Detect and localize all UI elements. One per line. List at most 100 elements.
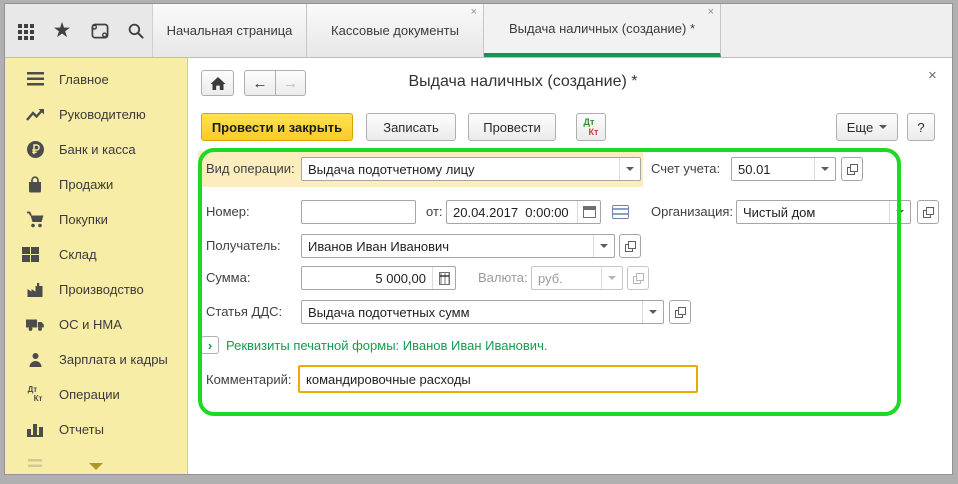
bar-chart-icon [25, 420, 45, 440]
dropdown-arrow-icon[interactable] [889, 201, 910, 223]
account-field[interactable]: 50.01 [731, 157, 836, 181]
dropdown-arrow-icon[interactable] [642, 301, 663, 323]
sidebar-item-production[interactable]: Производство [5, 272, 187, 307]
comment-input[interactable]: командировочные расходы [298, 365, 698, 393]
account-choose-button[interactable] [841, 157, 863, 181]
more-label: Еще [847, 120, 873, 135]
open-icon [675, 307, 686, 318]
currency-value: руб. [532, 271, 601, 286]
menu-grid-button[interactable] [13, 19, 37, 43]
dropdown-arrow-icon[interactable] [619, 158, 640, 180]
calculator-icon [439, 272, 450, 285]
truck-icon [25, 315, 45, 335]
home-icon [210, 76, 226, 91]
trend-chart-icon [25, 105, 45, 125]
date-input[interactable]: 20.04.2017 0:00:00 [446, 200, 601, 224]
open-icon [923, 207, 934, 218]
tab-label: Начальная страница [167, 23, 293, 38]
save-button[interactable]: Записать [366, 113, 456, 141]
dds-value: Выдача подотчетных сумм [302, 305, 642, 320]
tab-strip: Начальная страница Кассовые документы × … [153, 4, 721, 57]
sidebar-scroll-down-arrow[interactable] [89, 463, 103, 470]
recipient-value: Иванов Иван Иванович [302, 239, 593, 254]
dds-choose-button[interactable] [669, 300, 691, 324]
sidebar-item-fixed-assets[interactable]: ОС и НМА [5, 307, 187, 342]
print-details-expand-button[interactable]: › [201, 336, 219, 354]
sidebar-item-label: ОС и НМА [59, 317, 122, 332]
post-and-close-button[interactable]: Провести и закрыть [201, 113, 353, 141]
top-bar: ★ Начальная страница Кассовые документы … [5, 4, 952, 58]
person-icon [25, 350, 45, 370]
favorites-button[interactable]: ★ [50, 19, 74, 43]
operation-type-select[interactable]: Выдача подотчетному лицу [301, 157, 641, 181]
amount-input[interactable]: 5 000,00 [301, 266, 456, 290]
tab-close-button[interactable]: × [708, 7, 714, 18]
sidebar-item-label: Производство [59, 282, 144, 297]
sidebar-item-main[interactable]: Главное [5, 62, 187, 97]
search-button[interactable] [124, 19, 148, 43]
help-button[interactable]: ? [907, 113, 935, 141]
calendar-button[interactable] [577, 201, 600, 223]
back-button[interactable]: ← [244, 70, 275, 96]
sidebar-item-sales[interactable]: Продажи [5, 167, 187, 202]
dropdown-arrow-icon [601, 267, 622, 289]
shopping-bag-icon [25, 175, 45, 195]
dropdown-arrow-icon[interactable] [814, 158, 835, 180]
dds-select[interactable]: Выдача подотчетных сумм [301, 300, 664, 324]
organization-select[interactable]: Чистый дом [736, 200, 911, 224]
organization-choose-button[interactable] [917, 200, 939, 224]
calculator-button[interactable] [432, 267, 455, 289]
nav-history-group: ← → [244, 70, 306, 96]
sidebar-item-purchases[interactable]: Покупки [5, 202, 187, 237]
sidebar-item-label: Отчеты [59, 422, 104, 437]
tab-cash-withdrawal[interactable]: Выдача наличных (создание) * × [484, 4, 721, 57]
sidebar-item-manager[interactable]: Руководителю [5, 97, 187, 132]
factory-icon [25, 280, 45, 300]
tab-label: Выдача наличных (создание) * [509, 21, 695, 36]
sidebar-item-operations[interactable]: ДтКт Операции [5, 377, 187, 412]
print-details-link[interactable]: Реквизиты печатной формы: Иванов Иван Ив… [226, 338, 547, 353]
post-button[interactable]: Провести [468, 113, 556, 141]
open-icon [847, 164, 858, 175]
currency-choose-button [627, 266, 649, 290]
tab-close-button[interactable]: × [471, 7, 477, 18]
sidebar: Главное Руководителю Банк и касса Продаж… [5, 58, 188, 475]
more-button[interactable]: Еще [836, 113, 898, 141]
tab-home-page[interactable]: Начальная страница [153, 4, 307, 57]
number-label: Номер: [206, 200, 250, 224]
warehouse-boxes-icon [25, 245, 45, 265]
home-button[interactable] [201, 70, 234, 96]
currency-label: Валюта: [478, 266, 528, 290]
recipient-select[interactable]: Иванов Иван Иванович [301, 234, 615, 258]
forward-button[interactable]: → [275, 70, 306, 96]
date-label: от: [426, 200, 443, 224]
open-icon [625, 241, 636, 252]
chevron-down-icon [879, 125, 887, 129]
page-title: Выдача наличных (создание) * [338, 73, 708, 91]
sidebar-item-payroll[interactable]: Зарплата и кадры [5, 342, 187, 377]
sidebar-item-bank-cash[interactable]: Банк и касса [5, 132, 187, 167]
sidebar-item-label: Банк и касса [59, 142, 136, 157]
expand-chevron-icon: › [208, 339, 212, 352]
sidebar-item-warehouse[interactable]: Склад [5, 237, 187, 272]
dropdown-arrow-icon[interactable] [593, 235, 614, 257]
comment-label: Комментарий: [206, 368, 292, 392]
recipient-choose-button[interactable] [619, 234, 641, 258]
menu-lines-icon [25, 70, 45, 90]
sidebar-item-reports[interactable]: Отчеты [5, 412, 187, 447]
recipient-label: Получатель: [206, 234, 281, 258]
scroll-icon [89, 21, 110, 41]
tab-label: Кассовые документы [331, 23, 459, 38]
form-close-button[interactable]: × [928, 68, 937, 83]
dds-label: Статья ДДС: [206, 300, 282, 324]
currency-select[interactable]: руб. [531, 266, 623, 290]
number-input[interactable] [301, 200, 416, 224]
sidebar-item-label: Операции [59, 387, 120, 402]
comment-value: командировочные расходы [300, 372, 696, 387]
journal-list-button[interactable] [612, 205, 629, 219]
dt-kt-postings-button[interactable]: ДтКт [576, 113, 606, 141]
history-button[interactable] [87, 19, 111, 43]
shopping-cart-icon [25, 210, 45, 230]
sidebar-item-label: Зарплата и кадры [59, 352, 168, 367]
tab-cash-documents[interactable]: Кассовые документы × [307, 4, 484, 57]
